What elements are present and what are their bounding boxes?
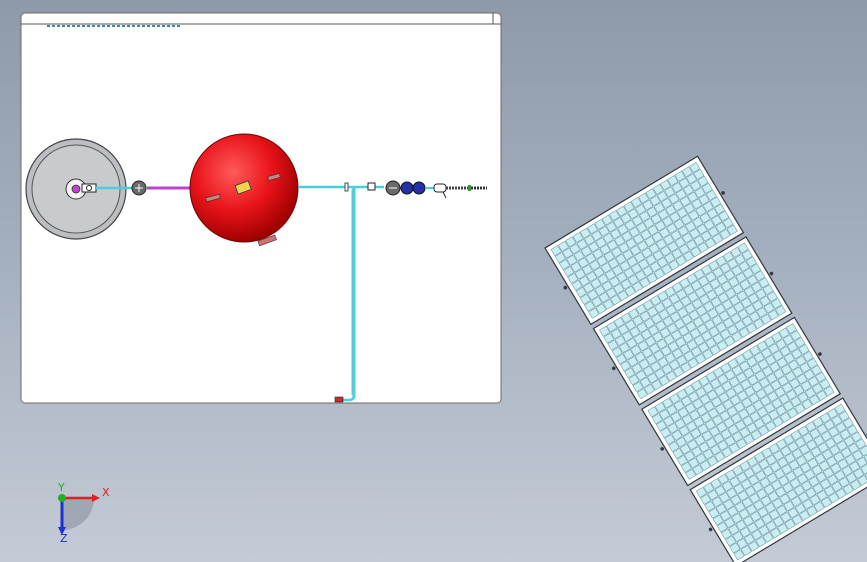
mounting-stud xyxy=(708,527,713,532)
coordinate-triad: X Y Z xyxy=(57,481,110,545)
cad-viewport[interactable]: X Y Z xyxy=(0,0,867,562)
z-axis-label: Z xyxy=(60,532,68,545)
mounting-stud xyxy=(611,366,616,371)
pump-1[interactable] xyxy=(131,180,147,196)
solar-array[interactable] xyxy=(541,154,867,562)
mounting-stud xyxy=(818,352,822,356)
y-axis-label: Y xyxy=(57,481,65,494)
mounting-stud xyxy=(769,271,774,276)
x-axis-label: X xyxy=(102,486,110,499)
mounting-stud xyxy=(721,191,725,195)
mounting-stud xyxy=(660,447,664,451)
y-axis-point xyxy=(58,494,66,502)
mounting-stud xyxy=(563,285,568,290)
